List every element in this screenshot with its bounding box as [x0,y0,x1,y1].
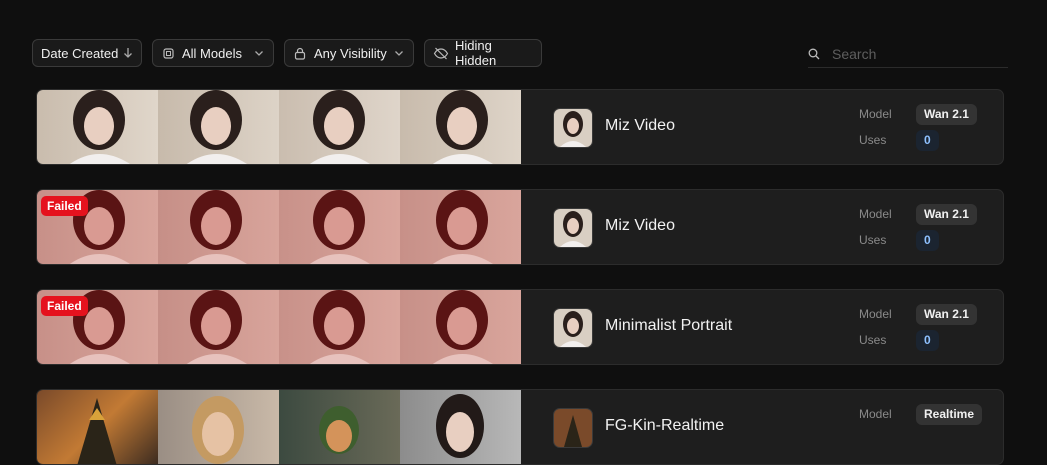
chevron-down-icon [253,47,265,59]
thumbnail-strip [37,290,521,364]
hidden-label: Hiding Hidden [455,38,497,68]
model-icon [161,46,175,60]
model-badge: Wan 2.1 [916,304,977,325]
card-title: Miz Video [605,117,675,134]
thumbnail [279,90,400,164]
avatar [553,408,593,448]
thumbnail [400,190,521,264]
models-dropdown[interactable]: All Models [152,39,274,67]
avatar [553,108,593,148]
arrow-down-icon [123,47,133,59]
model-badge: Realtime [916,404,983,425]
search-input[interactable] [830,45,994,63]
thumbnail [279,290,400,364]
failed-badge: Failed [41,196,88,216]
models-label: All Models [182,45,242,61]
search-icon [808,48,820,60]
thumbnail [400,290,521,364]
lock-icon [293,46,307,60]
uses-label: Uses [859,133,887,147]
filter-toolbar: Date Created All Models Any Visibility H… [32,38,1008,69]
model-badge: Wan 2.1 [916,204,977,225]
thumbnail [279,190,400,264]
sort-dropdown[interactable]: Date Created [32,39,142,67]
uses-count-badge: 0 [916,330,939,351]
eye-off-icon [433,46,449,60]
thumbnail [158,90,279,164]
thumbnail [158,190,279,264]
card-title: Miz Video [605,217,675,234]
thumbnail-strip [37,190,521,264]
uses-label: Uses [859,333,887,347]
visibility-dropdown[interactable]: Any Visibility [284,39,414,67]
video-card[interactable]: Miz Video Model Wan 2.1 Uses 0 [36,89,1004,165]
model-label: Model [859,107,892,121]
model-label: Model [859,307,892,321]
video-card[interactable]: FG-Kin-Realtime Model Realtime [36,389,1004,465]
model-label: Model [859,207,892,221]
failed-badge: Failed [41,296,88,316]
hidden-toggle[interactable]: Hiding Hidden [424,38,542,68]
sort-label: Date Created [41,45,119,61]
video-card[interactable]: Failed Miz Video Model Wan 2.1 Uses 0 [36,189,1004,265]
uses-count-badge: 0 [916,230,939,251]
search-field[interactable] [808,41,1008,68]
uses-label: Uses [859,233,887,247]
video-card[interactable]: Failed Minimalist Portrait Model Wan 2.1… [36,289,1004,365]
thumbnail [37,90,158,164]
chevron-down-icon [393,47,405,59]
avatar [553,208,593,248]
uses-count-badge: 0 [916,130,939,151]
visibility-label: Any Visibility [314,45,387,61]
thumbnail-strip [37,90,521,164]
model-badge: Wan 2.1 [916,104,977,125]
avatar [553,308,593,348]
thumbnail [400,90,521,164]
card-title: Minimalist Portrait [605,317,733,334]
model-label: Model [859,407,892,421]
card-title: FG-Kin-Realtime [605,417,725,434]
thumbnail [158,290,279,364]
